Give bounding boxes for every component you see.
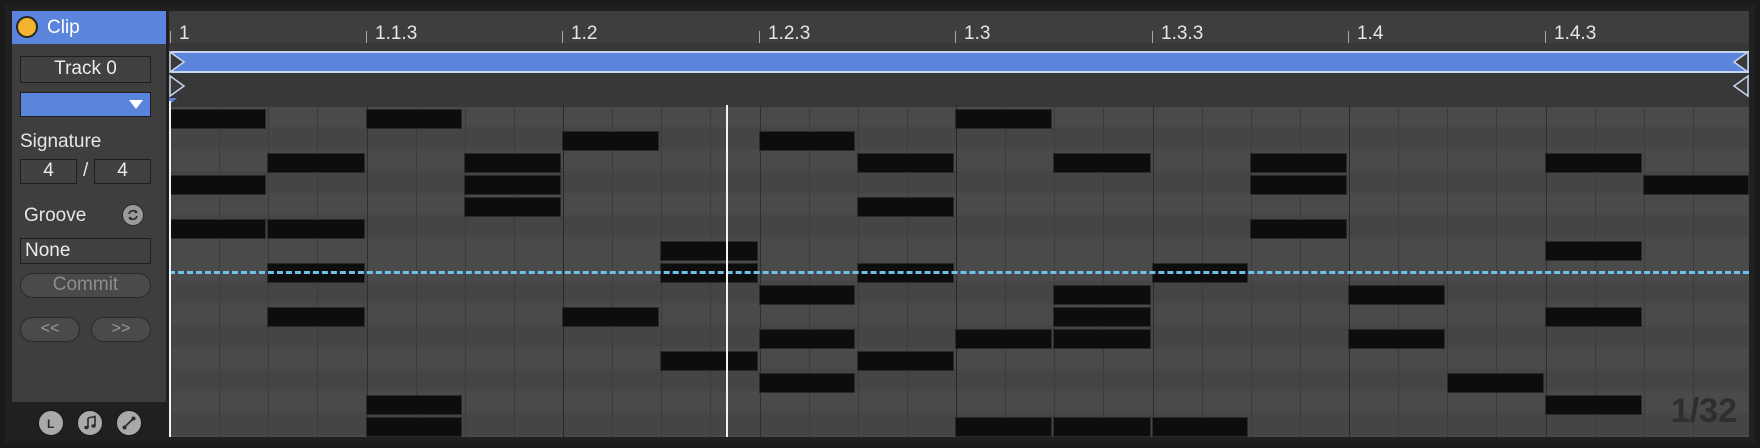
midi-note[interactable] — [366, 395, 462, 415]
clip-title: Clip — [47, 17, 80, 38]
chevron-down-icon — [129, 100, 143, 109]
midi-note[interactable] — [1545, 307, 1642, 327]
clip-panel: Clip Track 0 Signature 4 / 4 Groove None… — [12, 11, 166, 402]
clip-name-field[interactable]: Track 0 — [20, 56, 151, 83]
ruler-label: 1.4.3 — [1554, 23, 1597, 44]
signature-denominator[interactable]: 4 — [94, 159, 151, 184]
midi-note[interactable] — [267, 219, 365, 239]
signature-numerator[interactable]: 4 — [20, 159, 77, 184]
loop-icon-letter: L — [47, 417, 54, 431]
midi-note[interactable] — [1053, 329, 1151, 349]
midi-note[interactable] — [1053, 417, 1151, 437]
midi-note[interactable] — [267, 153, 365, 173]
ruler-label: 1.2 — [571, 23, 598, 44]
groove-label: Groove — [24, 205, 87, 226]
clip-color-dropdown[interactable] — [20, 92, 151, 117]
grid-resolution-readout: 1/32 — [1670, 392, 1737, 430]
loop-start-marker-icon[interactable] — [169, 49, 189, 105]
ruler-tick — [955, 31, 956, 43]
midi-note[interactable] — [955, 329, 1052, 349]
key-lane — [169, 281, 1749, 303]
midi-note[interactable] — [759, 373, 855, 393]
ruler-tick — [366, 31, 367, 43]
midi-note[interactable] — [1447, 373, 1544, 393]
midi-note[interactable] — [857, 197, 954, 217]
next-button[interactable]: >> — [91, 317, 151, 342]
midi-note[interactable] — [1545, 153, 1642, 173]
key-lane — [169, 127, 1749, 149]
midi-note[interactable] — [366, 417, 462, 437]
ruler-label: 1 — [179, 23, 190, 44]
midi-note[interactable] — [1053, 285, 1151, 305]
midi-note[interactable] — [759, 285, 855, 305]
midi-note[interactable] — [366, 109, 462, 129]
clip-view: Clip Track 0 Signature 4 / 4 Groove None… — [5, 5, 1755, 443]
midi-note[interactable] — [857, 351, 954, 371]
ruler-tick — [1152, 31, 1153, 43]
midi-note[interactable] — [562, 307, 659, 327]
midi-note[interactable] — [1545, 395, 1642, 415]
midi-note[interactable] — [857, 153, 954, 173]
ruler-label: 1.2.3 — [768, 23, 811, 44]
midi-note-editor[interactable]: 1 1.1.3 1.2 1.2.3 1.3 1.3.3 1.4 1.4.3 1/… — [169, 11, 1749, 437]
midi-note[interactable] — [562, 131, 659, 151]
midi-note[interactable] — [464, 175, 561, 195]
midi-note[interactable] — [170, 219, 266, 239]
loop-end-marker-icon[interactable] — [1729, 49, 1749, 99]
signature-slash: / — [83, 160, 89, 181]
midi-note[interactable] — [1053, 307, 1151, 327]
clip-start-line — [169, 101, 171, 437]
pitch-guide-line — [169, 271, 1749, 274]
clip-activator-icon[interactable] — [16, 16, 38, 38]
playhead — [726, 105, 728, 437]
beat-time-ruler[interactable]: 1 1.1.3 1.2 1.2.3 1.3 1.3.3 1.4 1.4.3 — [169, 11, 1749, 44]
midi-note[interactable] — [955, 417, 1052, 437]
midi-note[interactable] — [464, 153, 561, 173]
midi-note[interactable] — [660, 351, 758, 371]
midi-note[interactable] — [1643, 175, 1749, 195]
midi-note[interactable] — [170, 109, 266, 129]
midi-note[interactable] — [955, 109, 1052, 129]
ruler-label: 1.4 — [1357, 23, 1384, 44]
signature-label: Signature — [20, 131, 102, 152]
midi-note[interactable] — [1348, 329, 1445, 349]
loop-brace[interactable] — [171, 51, 1749, 73]
note-icon[interactable] — [77, 410, 103, 436]
ruler-tick — [759, 31, 760, 43]
key-lane — [169, 215, 1749, 237]
midi-note[interactable] — [464, 197, 561, 217]
midi-note[interactable] — [170, 175, 266, 195]
previous-button[interactable]: << — [20, 317, 80, 342]
commit-button[interactable]: Commit — [20, 273, 151, 298]
midi-note[interactable] — [759, 329, 855, 349]
loop-icon[interactable]: L — [38, 410, 64, 436]
clip-header[interactable]: Clip — [12, 11, 166, 44]
midi-note[interactable] — [1250, 175, 1347, 195]
ruler-label: 1.3.3 — [1161, 23, 1204, 44]
key-lane — [169, 171, 1749, 193]
ruler-label: 1.1.3 — [375, 23, 418, 44]
ruler-label: 1.3 — [964, 23, 991, 44]
groove-field[interactable]: None — [20, 238, 151, 264]
ruler-tick — [562, 31, 563, 43]
groove-hot-swap-icon[interactable] — [122, 204, 144, 226]
ruler-tick — [1545, 31, 1546, 43]
midi-note[interactable] — [1250, 153, 1347, 173]
midi-note[interactable] — [1152, 417, 1248, 437]
midi-note[interactable] — [660, 241, 758, 261]
midi-note[interactable] — [1250, 219, 1347, 239]
midi-note[interactable] — [1053, 153, 1151, 173]
ruler-tick — [170, 31, 171, 43]
midi-note[interactable] — [759, 131, 855, 151]
ruler-tick — [1348, 31, 1349, 43]
midi-note[interactable] — [1545, 241, 1642, 261]
midi-note[interactable] — [1348, 285, 1445, 305]
midi-note[interactable] — [267, 307, 365, 327]
envelope-icon[interactable] — [116, 410, 142, 436]
